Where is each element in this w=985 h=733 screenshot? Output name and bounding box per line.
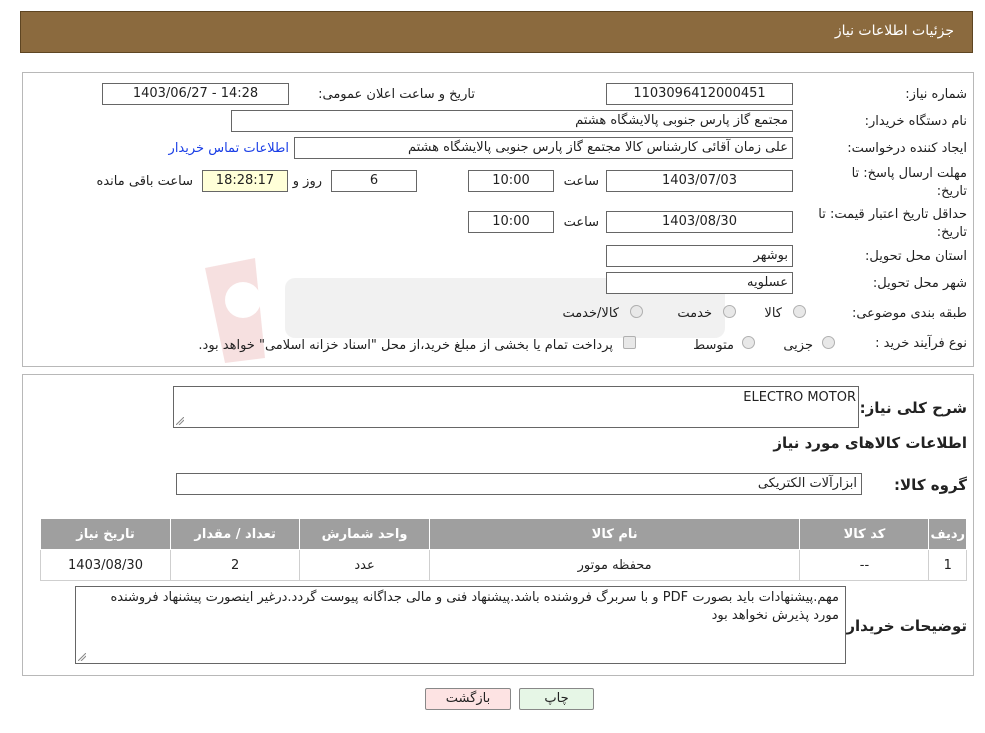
col-unit: واحد شمارش bbox=[299, 518, 430, 550]
category-label: طبقه بندی موضوعی: bbox=[851, 306, 967, 321]
announce-field: 1403/06/27 - 14:28 bbox=[102, 83, 289, 105]
buyer-contact-link[interactable]: اطلاعات تماس خریدار bbox=[169, 141, 289, 156]
back-button[interactable]: بازگشت bbox=[425, 688, 511, 710]
goods-group-field: ابزارآلات الکتریکی bbox=[176, 473, 862, 495]
category-radio-service[interactable] bbox=[723, 305, 736, 318]
cell-quantity: 2 bbox=[170, 549, 301, 581]
cell-need-date: 1403/08/30 bbox=[39, 549, 172, 581]
validity-label: حداقل تاریخ اعتبار قیمت: تا bbox=[818, 207, 967, 222]
description-field[interactable]: ELECTRO MOTOR bbox=[173, 386, 859, 428]
announce-label: تاریخ و ساعت اعلان عمومی: bbox=[318, 87, 475, 102]
process-option-medium: متوسط bbox=[693, 338, 734, 353]
deadline-label: مهلت ارسال پاسخ: تا bbox=[851, 166, 967, 181]
col-goods-name: نام کالا bbox=[428, 518, 801, 550]
buyer-notes-field[interactable]: مهم.پیشنهادات باید بصورت PDF و با سربرگ … bbox=[75, 586, 846, 664]
cell-row-number: 1 bbox=[928, 549, 967, 581]
resize-handle-icon[interactable] bbox=[78, 653, 86, 661]
process-option-small: جزیی bbox=[783, 338, 813, 353]
resize-handle-icon[interactable] bbox=[176, 417, 184, 425]
days-field: 6 bbox=[331, 170, 417, 192]
category-radio-goods[interactable] bbox=[793, 305, 806, 318]
process-checkbox-treasury[interactable] bbox=[623, 336, 636, 349]
process-radio-medium[interactable] bbox=[742, 336, 755, 349]
goods-table-header-row: ردیف کد کالا نام کالا واحد شمارش تعداد /… bbox=[39, 518, 967, 550]
description-label: شرح کلی نیاز: bbox=[859, 399, 967, 417]
category-option-goods-service: کالا/خدمت bbox=[562, 306, 619, 321]
table-row: 1 -- محفظه موتور عدد 2 1403/08/30 bbox=[39, 549, 967, 581]
buyer-org-field: مجتمع گاز پارس جنوبی پالایشگاه هشتم bbox=[231, 110, 793, 132]
col-need-date: تاریخ نیاز bbox=[39, 518, 172, 550]
col-goods-code: کد کالا bbox=[799, 518, 930, 550]
category-option-goods: کالا bbox=[764, 306, 782, 321]
validity-label-date: تاریخ: bbox=[936, 225, 967, 240]
validity-date-field: 1403/08/30 bbox=[606, 211, 793, 233]
buyer-org-label: نام دستگاه خریدار: bbox=[864, 114, 967, 129]
category-option-service: خدمت bbox=[677, 306, 712, 321]
need-number-label: شماره نیاز: bbox=[905, 87, 967, 102]
remaining-label: ساعت باقی مانده bbox=[96, 174, 193, 189]
page-header: جزئیات اطلاعات نیاز bbox=[20, 11, 973, 53]
remaining-time-field: 18:28:17 bbox=[202, 170, 288, 192]
col-quantity: تعداد / مقدار bbox=[170, 518, 301, 550]
print-button[interactable]: چاپ bbox=[519, 688, 594, 710]
buyer-notes-text: مهم.پیشنهادات باید بصورت PDF و با سربرگ … bbox=[110, 590, 839, 623]
cell-goods-code: -- bbox=[799, 549, 930, 581]
deadline-label-date: تاریخ: bbox=[936, 184, 967, 199]
province-field: بوشهر bbox=[606, 245, 793, 267]
category-radio-goods-service[interactable] bbox=[630, 305, 643, 318]
cell-unit: عدد bbox=[299, 549, 430, 581]
creator-label: ایجاد کننده درخواست: bbox=[847, 141, 967, 156]
city-label: شهر محل تحویل: bbox=[872, 276, 967, 291]
cell-goods-name: محفظه موتور bbox=[428, 549, 801, 581]
deadline-date-field: 1403/07/03 bbox=[606, 170, 793, 192]
need-number-field: 1103096412000451 bbox=[606, 83, 793, 105]
validity-time-label: ساعت bbox=[563, 215, 599, 230]
goods-table: ردیف کد کالا نام کالا واحد شمارش تعداد /… bbox=[39, 518, 967, 581]
goods-info-title: اطلاعات کالاهای مورد نیاز bbox=[773, 434, 967, 452]
process-note: پرداخت تمام یا بخشی از مبلغ خرید،از محل … bbox=[198, 338, 613, 353]
col-row-number: ردیف bbox=[928, 518, 967, 550]
validity-time-field: 10:00 bbox=[468, 211, 554, 233]
province-label: استان محل تحویل: bbox=[865, 249, 967, 264]
deadline-time-label: ساعت bbox=[563, 174, 599, 189]
description-text: ELECTRO MOTOR bbox=[743, 390, 856, 405]
page-title: جزئیات اطلاعات نیاز bbox=[834, 23, 954, 39]
days-label: روز و bbox=[292, 174, 322, 189]
process-label: نوع فرآیند خرید : bbox=[875, 336, 967, 351]
city-field: عسلویه bbox=[606, 272, 793, 294]
deadline-time-field: 10:00 bbox=[468, 170, 554, 192]
goods-group-label: گروه کالا: bbox=[894, 476, 967, 494]
process-radio-small[interactable] bbox=[822, 336, 835, 349]
creator-field: علی زمان آقائی کارشناس کالا مجتمع گاز پا… bbox=[294, 137, 793, 159]
buyer-notes-label: توضیحات خریدار: bbox=[840, 617, 967, 635]
